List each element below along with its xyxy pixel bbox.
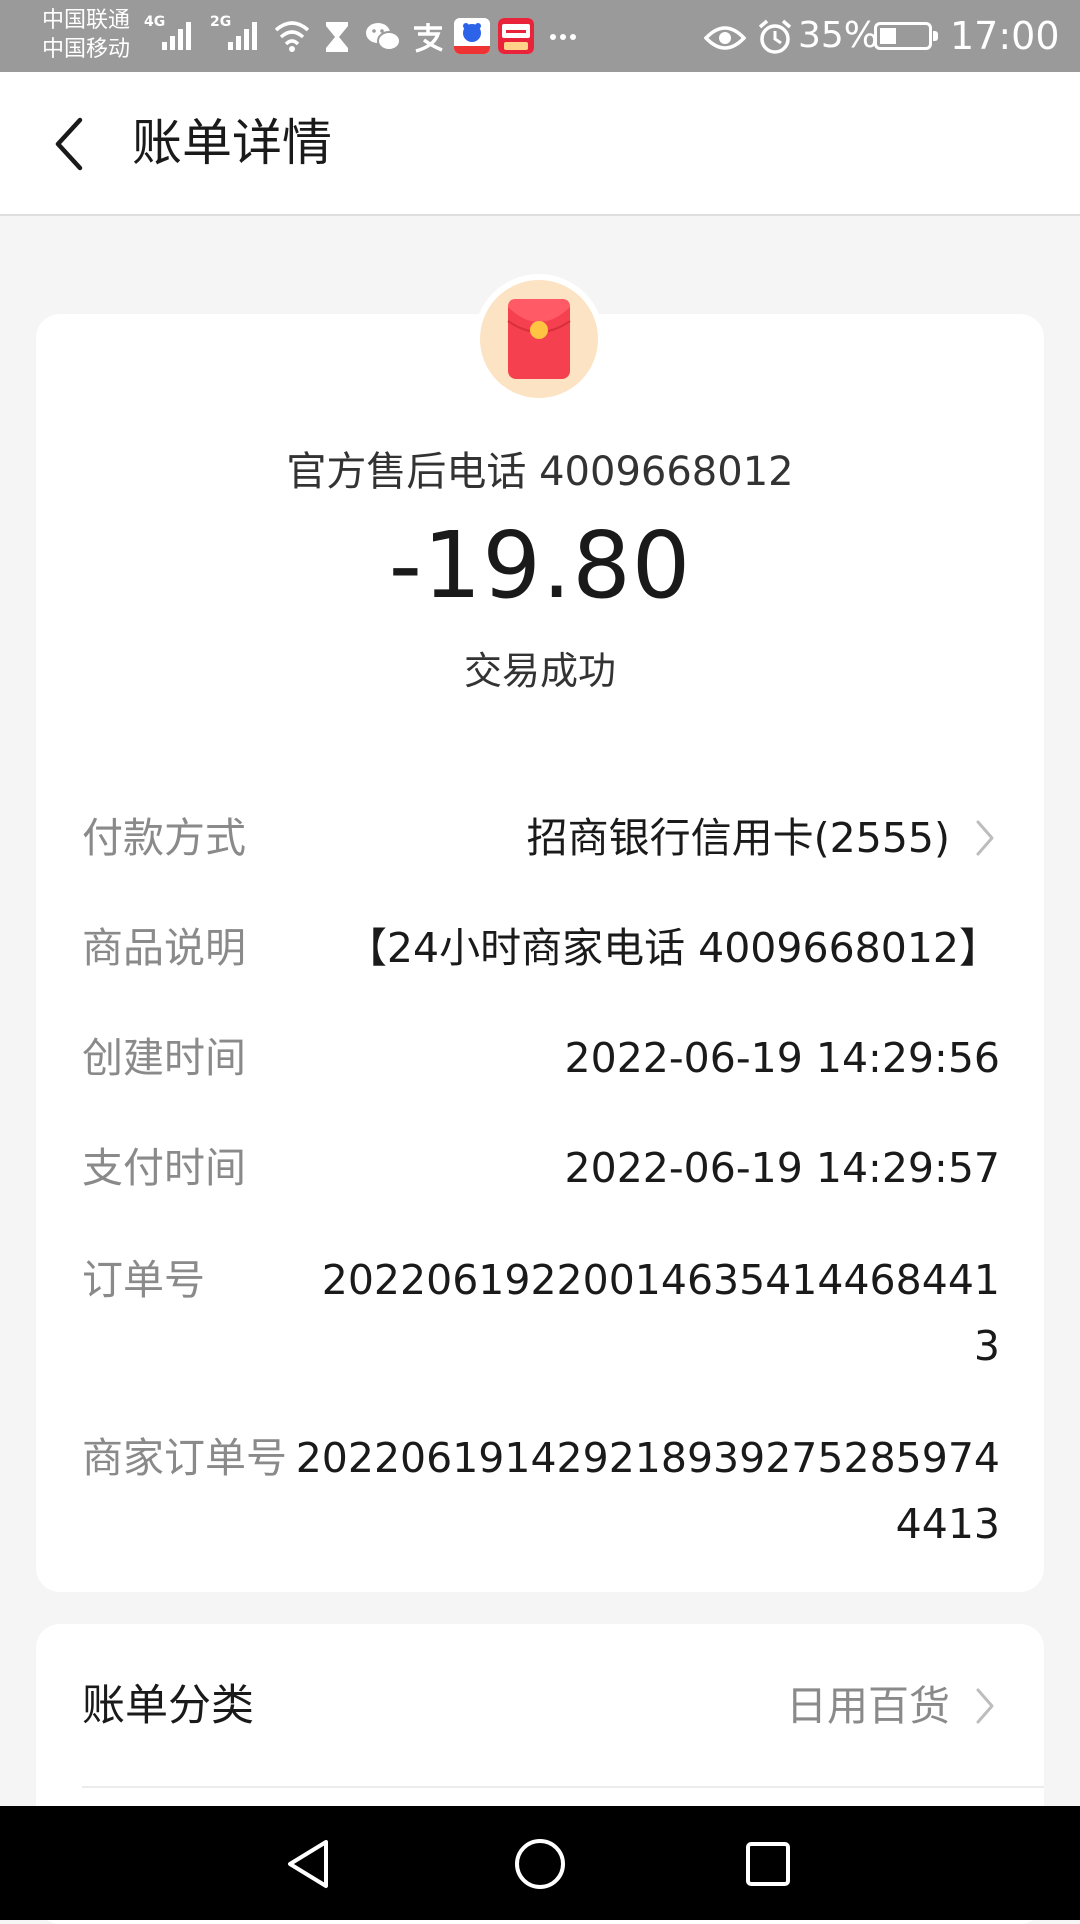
circle-home-icon: [515, 1839, 565, 1889]
taobao-app-icon: [498, 18, 534, 54]
status-bar: 中国联通 中国移动 4G 2G 35% 17:00: [0, 0, 1080, 72]
merchant-avatar: [474, 274, 604, 404]
transaction-status: 交易成功: [463, 649, 616, 693]
payment-time-label: 支付时间: [82, 1144, 246, 1192]
signal-icon: [228, 22, 257, 50]
bill-category-label: 账单分类: [82, 1681, 254, 1731]
more-icon: [550, 34, 576, 40]
carrier-names: 中国联通 中国移动: [42, 6, 130, 64]
baidu-app-icon: [454, 18, 490, 54]
header: 账单详情: [0, 72, 1080, 216]
battery-level: [880, 28, 896, 44]
wifi-icon: [274, 21, 310, 52]
nav-recents-button[interactable]: [728, 1824, 808, 1904]
merchant-order-number-value: 202206191429218939275285974 4413: [295, 1434, 1000, 1548]
battery-percent: 35%: [798, 15, 879, 56]
back-button[interactable]: [36, 108, 100, 180]
created-time-value: 2022-06-19 14:29:56: [564, 1034, 1000, 1082]
carrier-2: 中国移动: [42, 37, 131, 62]
nav-back-button[interactable]: [268, 1824, 348, 1904]
merchant-name: 官方售后电话 4009668012: [286, 449, 794, 495]
alipay-icon: [414, 23, 443, 53]
merchant-order-number-label: 商家订单号: [82, 1434, 287, 1482]
alarm-icon: [758, 19, 792, 54]
eye-icon: [704, 26, 746, 50]
carrier-1: 中国联通: [42, 8, 131, 33]
square-recents-icon: [746, 1842, 790, 1886]
payment-time-value: 2022-06-19 14:29:57: [564, 1144, 1000, 1192]
payment-method-label: 付款方式: [82, 814, 246, 862]
chevron-right-icon: [970, 818, 1000, 858]
wechat-icon: [366, 23, 401, 51]
battery-icon: [874, 22, 938, 50]
product-description-label: 商品说明: [82, 924, 246, 972]
transaction-amount: -19.80: [388, 512, 692, 619]
triangle-back-icon: [288, 1840, 328, 1888]
payment-method-value: 招商银行信用卡(2555): [526, 814, 950, 862]
page-title: 账单详情: [132, 114, 332, 172]
chevron-right-icon: [970, 1686, 1000, 1726]
created-time-label: 创建时间: [82, 1034, 246, 1082]
clock: 17:00: [950, 14, 1060, 58]
chevron-left-icon: [55, 117, 83, 171]
signal-icon: [162, 22, 191, 50]
nav-home-button[interactable]: [500, 1824, 580, 1904]
system-navigation-bar: [0, 1806, 1080, 1920]
red-envelope-icon: [507, 299, 571, 379]
divider: [82, 1786, 1044, 1788]
hourglass-icon: [326, 22, 348, 52]
product-description-value: 【24小时商家电话 4009668012】: [345, 924, 1000, 972]
order-number-value: 20220619220014635414468441 3: [321, 1256, 1000, 1370]
bill-category-value: 日用百货: [786, 1682, 950, 1730]
order-number-label: 订单号: [82, 1256, 205, 1304]
